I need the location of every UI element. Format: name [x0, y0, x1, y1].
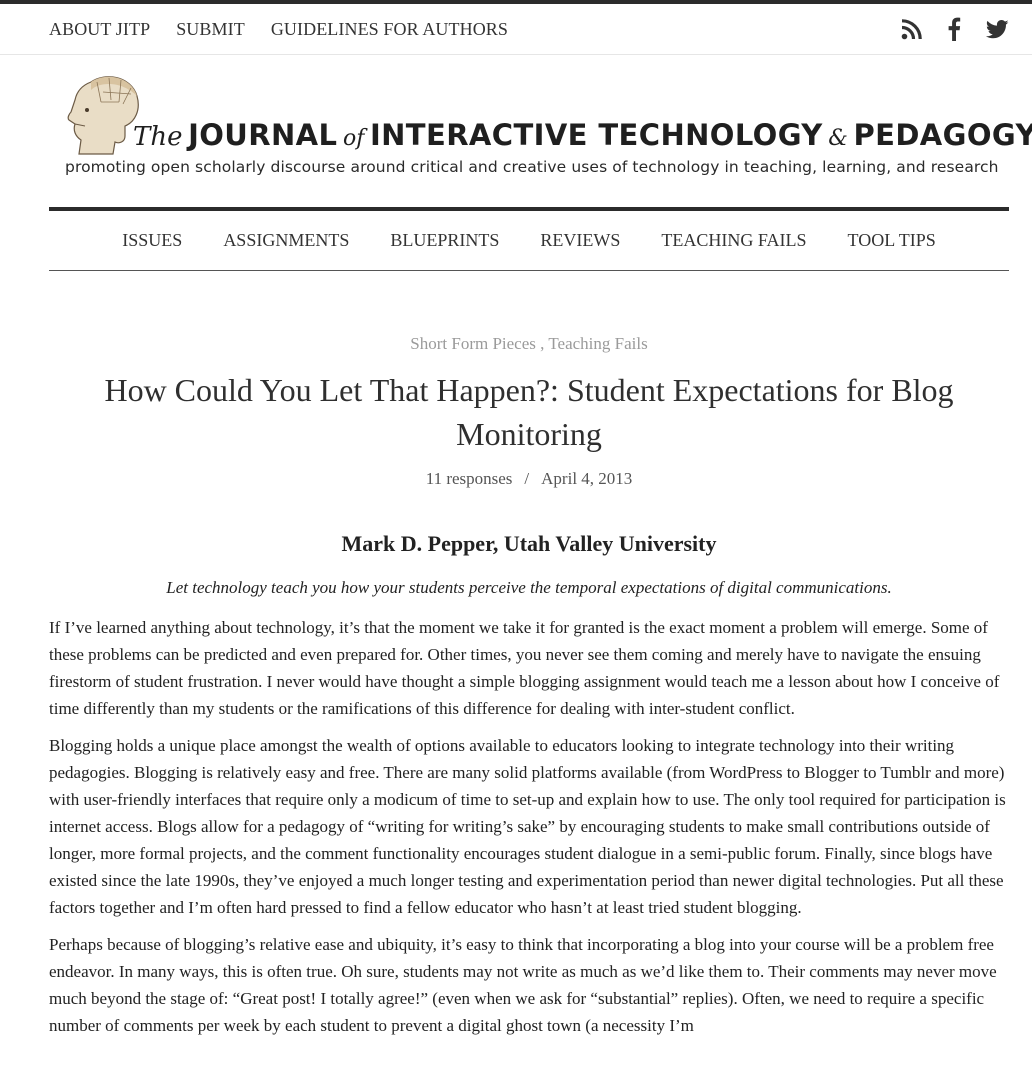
title-amp: & [828, 126, 848, 151]
nav-item-tool-tips[interactable]: TOOL TIPS [848, 230, 936, 251]
nav-item-assignments[interactable]: ASSIGNMENTS [223, 230, 349, 251]
top-link-about[interactable]: ABOUT JITP [49, 19, 150, 40]
social-links [881, 4, 1010, 54]
article-categories: Short Form Pieces , Teaching Fails [0, 334, 1032, 354]
title-of: of [342, 126, 365, 151]
article-meta: 11 responses / April 4, 2013 [0, 469, 1032, 489]
nav-item-teaching-fails[interactable]: TEACHING FAILS [661, 230, 806, 251]
title-the: The [133, 122, 183, 152]
article-date: April 4, 2013 [541, 469, 633, 488]
nav-item-blueprints[interactable]: BLUEPRINTS [390, 230, 499, 251]
meta-separator: / [524, 469, 530, 488]
article-body: If I’ve learned anything about technolog… [49, 614, 1011, 1049]
top-link-guidelines[interactable]: GUIDELINES FOR AUTHORS [271, 19, 508, 40]
article-title: How Could You Let That Happen?: Student … [104, 372, 954, 452]
category-short-form[interactable]: Short Form Pieces [410, 334, 536, 353]
top-links: ABOUT JITP SUBMIT GUIDELINES FOR AUTHORS [49, 4, 534, 54]
category-separator: , [535, 334, 549, 353]
paragraph: Blogging holds a unique place amongst th… [49, 736, 1006, 917]
phrenology-bust-icon [67, 76, 139, 155]
top-link-submit[interactable]: SUBMIT [176, 19, 245, 40]
nav-item-issues[interactable]: ISSUES [122, 230, 182, 251]
top-bar: ABOUT JITP SUBMIT GUIDELINES FOR AUTHORS [0, 4, 1032, 55]
title-interactive: INTERACTIVE TECHNOLOGY [369, 118, 823, 152]
article-author: Mark D. Pepper, Utah Valley University [341, 531, 717, 556]
masthead-logo[interactable]: The JOURNAL of INTERACTIVE TECHNOLOGY & … [49, 56, 1032, 206]
title-journal: JOURNAL [188, 118, 338, 152]
nav-item-reviews[interactable]: REVIEWS [540, 230, 620, 251]
rss-icon[interactable] [898, 16, 924, 42]
paragraph: If I’ve learned anything about technolog… [49, 618, 1000, 718]
article-lede: Let technology teach you how your studen… [166, 578, 892, 597]
journal-title: The JOURNAL of INTERACTIVE TECHNOLOGY & … [133, 118, 1032, 152]
twitter-icon[interactable] [984, 16, 1010, 42]
category-teaching-fails[interactable]: Teaching Fails [548, 334, 647, 353]
title-pedagogy: PEDAGOGY [853, 118, 1032, 152]
paragraph: Perhaps because of blogging’s relative e… [49, 935, 997, 1035]
journal-tagline: promoting open scholarly discourse aroun… [65, 158, 999, 176]
main-nav: ISSUES ASSIGNMENTS BLUEPRINTS REVIEWS TE… [49, 211, 1009, 271]
responses-link[interactable]: 11 responses [426, 469, 513, 488]
facebook-icon[interactable] [941, 16, 967, 42]
